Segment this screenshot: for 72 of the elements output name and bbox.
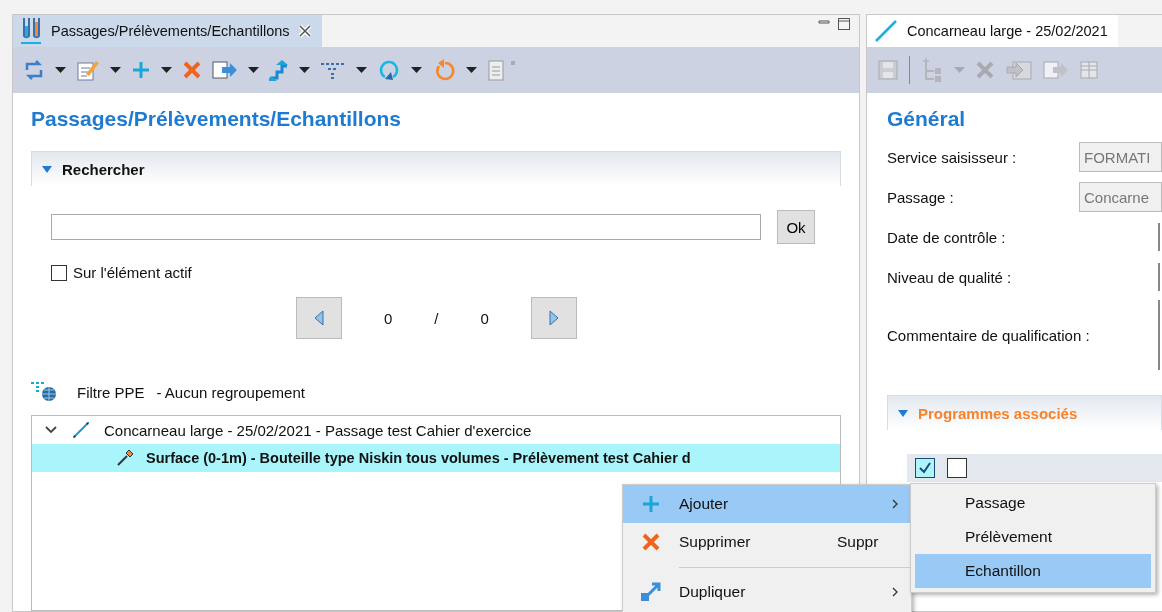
page-separator: / xyxy=(434,309,439,327)
check-icon xyxy=(918,461,932,475)
maximize-icon[interactable] xyxy=(837,17,851,31)
dropdown-caret-icon[interactable] xyxy=(411,67,422,73)
sync-icon xyxy=(23,59,45,81)
add-icon xyxy=(131,60,151,80)
checkbox[interactable] xyxy=(947,458,967,478)
dropdown-caret-icon[interactable] xyxy=(248,67,259,73)
import-icon xyxy=(1005,59,1033,81)
view-tab[interactable]: Passages/Prélèvements/Echantillons xyxy=(13,15,322,47)
input-field[interactable] xyxy=(1158,223,1162,251)
add-icon xyxy=(641,494,661,514)
menu-item[interactable]: Passage xyxy=(915,486,1151,520)
menu-item[interactable]: Dupliquer xyxy=(623,573,911,611)
dropdown-caret-icon[interactable] xyxy=(356,67,367,73)
right-triangle-icon xyxy=(547,310,560,326)
stairs-icon xyxy=(269,58,289,82)
duplicate-icon xyxy=(640,581,662,603)
checkbox[interactable] xyxy=(51,264,67,281)
tree-item[interactable]: Surface (0-1m) - Bouteille type Niskin tous volumes - Prélèvement test Cahier d xyxy=(32,444,840,472)
delete-icon xyxy=(641,532,661,552)
field-label: Commentaire de qualification : xyxy=(887,326,1090,344)
section-header[interactable]: Rechercher xyxy=(31,151,841,186)
save-icon xyxy=(877,59,899,81)
line-icon xyxy=(72,421,90,439)
checkbox-label: Sur l'élément actif xyxy=(73,264,192,281)
expand-triangle-icon xyxy=(898,409,908,417)
dropdown-caret-icon[interactable] xyxy=(161,67,172,73)
tab-title: Concarneau large - 25/02/2021 xyxy=(907,23,1108,39)
dropdown-caret-icon[interactable] xyxy=(110,67,121,73)
expand-triangle-icon xyxy=(42,165,52,173)
filter-icon xyxy=(320,60,346,80)
pipette-icon xyxy=(116,449,134,467)
field-label: Passage : xyxy=(887,188,955,206)
dropdown-caret-icon[interactable] xyxy=(299,67,310,73)
dropdown-caret-icon[interactable] xyxy=(466,67,477,73)
comment-field[interactable] xyxy=(1158,300,1162,370)
chevron-icon[interactable] xyxy=(44,425,58,435)
menu-item[interactable]: Echantillon xyxy=(915,554,1151,588)
notepad-icon xyxy=(487,58,517,82)
tab-title: Passages/Prélèvements/Echantillons xyxy=(51,23,290,39)
refresh-icon xyxy=(377,58,401,82)
search-field[interactable] xyxy=(51,214,761,240)
editor-tab[interactable]: Concarneau large - 25/02/2021 xyxy=(867,15,1118,47)
export-icon xyxy=(1043,60,1069,80)
grid-icon xyxy=(1079,60,1099,80)
line-icon xyxy=(873,18,899,44)
menu-item[interactable]: Ajouter xyxy=(623,485,911,523)
page-total: 0 xyxy=(480,309,489,327)
input-field[interactable] xyxy=(1158,263,1162,291)
dropdown-caret-icon[interactable] xyxy=(55,67,66,73)
filter-label: Filtre PPE xyxy=(77,383,145,401)
field-label: Niveau de qualité : xyxy=(887,268,1013,286)
edit-icon xyxy=(76,58,100,82)
section-heading: Général xyxy=(887,106,967,132)
delete-icon xyxy=(975,60,995,80)
field-label: Service saisisseur : xyxy=(887,148,1018,166)
tree-icon xyxy=(920,57,944,83)
view-heading: Passages/Prélèvements/Echantillons xyxy=(31,106,402,132)
page-current: 0 xyxy=(384,309,393,327)
menu-item[interactable]: Prélèvement xyxy=(915,520,1151,554)
test-tubes-icon xyxy=(19,16,43,46)
grouping-label: - Aucun regroupement xyxy=(156,383,305,401)
tree-item[interactable]: Concarneau large - 25/02/2021 - Passage test Cahier d'exercice xyxy=(32,416,840,444)
export-icon xyxy=(212,60,238,80)
field-label: Date de contrôle : xyxy=(887,228,1007,246)
close-icon[interactable] xyxy=(297,24,312,38)
ok-button[interactable]: Ok xyxy=(777,210,815,244)
left-triangle-icon xyxy=(313,310,325,326)
checkbox[interactable] xyxy=(915,458,935,478)
menu-item[interactable]: Supprimer Suppr xyxy=(623,523,911,561)
delete-icon xyxy=(182,60,202,80)
